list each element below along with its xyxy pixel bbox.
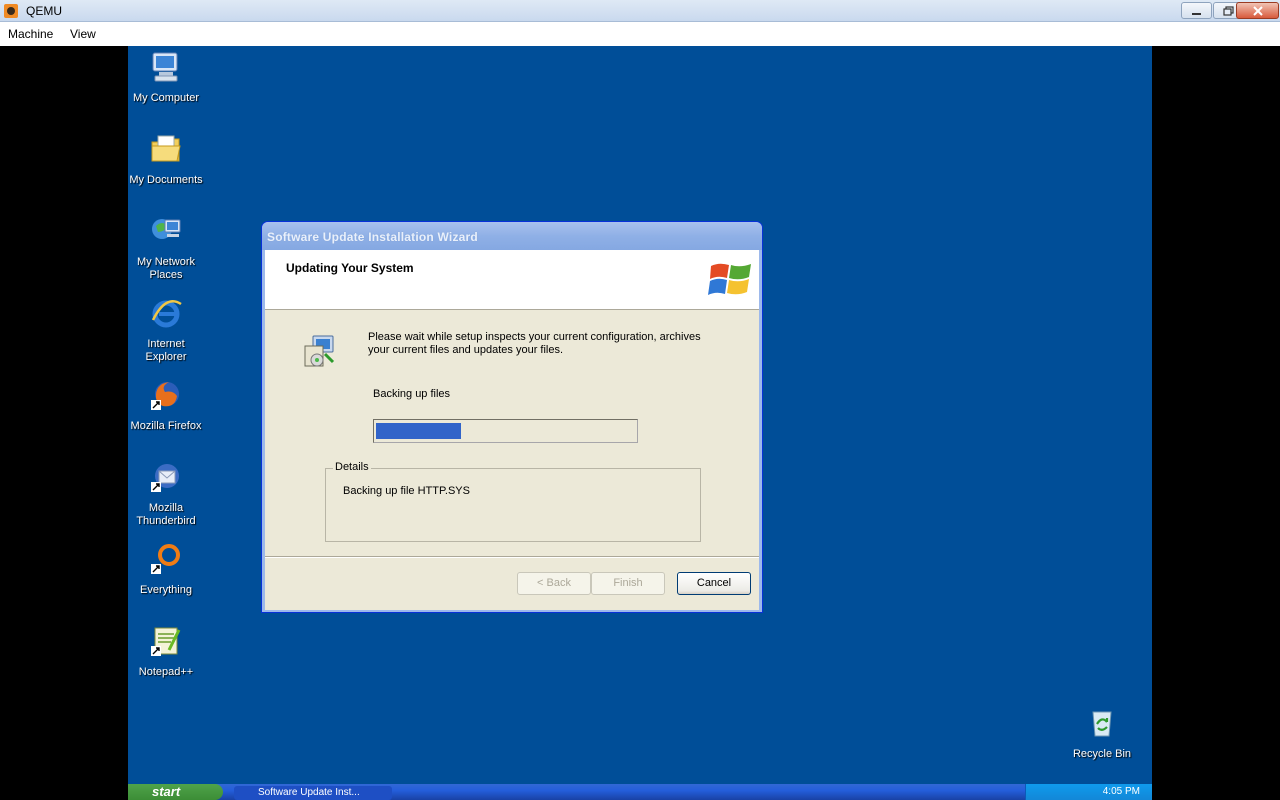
desktop-icon-internet-explorer[interactable]: Internet Explorer [128, 296, 206, 364]
taskbar: start Software Update Inst... 4:05 PM [128, 784, 1152, 800]
tray-clock[interactable]: 4:05 PM [1103, 786, 1140, 797]
setup-install-icon [304, 335, 335, 367]
desktop-icon-my-computer[interactable]: My Computer [128, 50, 206, 105]
system-tray: 4:05 PM [1025, 784, 1152, 800]
wizard-status-text: Backing up files [373, 388, 451, 400]
wizard-titlebar[interactable]: Software Update Installation Wizard [262, 222, 762, 250]
windows-logo-icon [708, 263, 751, 295]
minimize-icon [1192, 13, 1201, 15]
everything-icon [151, 544, 180, 574]
thunderbird-icon [151, 464, 179, 492]
details-text: Backing up file HTTP.SYS [343, 485, 470, 497]
taskbar-item-label: Software Update Inst... [258, 787, 360, 798]
desktop-icon-label: Recycle Bin [1072, 748, 1132, 760]
restore-icon [1223, 6, 1234, 16]
desktop-icon-label: Internet Explorer [145, 338, 187, 363]
start-label: start [152, 784, 181, 799]
desktop-icon-recycle-bin[interactable]: Recycle Bin [1062, 706, 1142, 761]
close-button[interactable] [1236, 2, 1279, 19]
desktop-icon-label: My Documents [129, 174, 203, 186]
desktop-icon-label: My Computer [132, 92, 200, 104]
wizard-heading: Updating Your System [286, 261, 414, 275]
start-button[interactable]: start [128, 784, 223, 800]
internet-explorer-icon [151, 300, 182, 328]
update-wizard-window: Software Update Installation Wizard Upda… [261, 221, 763, 613]
desktop-icon-notepadpp[interactable]: Notepad++ [128, 624, 206, 679]
desktop-icon-network-places[interactable]: My Network Places [128, 214, 206, 282]
desktop-icon-label: Mozilla Thunderbird [136, 502, 196, 527]
notepadpp-icon [151, 627, 181, 656]
wizard-separator [265, 556, 759, 558]
wizard-body: Updating Your System Please wait while s… [265, 250, 759, 610]
close-icon [1253, 6, 1263, 16]
my-documents-icon [151, 135, 181, 162]
finish-button[interactable]: Finish [591, 572, 665, 595]
desktop-icon-label: My Network Places [136, 256, 196, 281]
details-group: Details Backing up file HTTP.SYS [325, 461, 701, 542]
host-titlebar: QEMU [0, 0, 1280, 22]
desktop-icon-label: Mozilla Firefox [130, 420, 202, 432]
recycle-bin-icon [1092, 711, 1112, 737]
wizard-header: Updating Your System [265, 250, 759, 310]
desktop-icon-label: Notepad++ [138, 666, 194, 678]
my-computer-icon [152, 52, 178, 82]
progress-fill [376, 423, 461, 439]
wizard-title: Software Update Installation Wizard [267, 230, 478, 244]
menu-view[interactable]: View [70, 27, 96, 41]
menu-machine[interactable]: Machine [8, 27, 53, 41]
wizard-description: Please wait while setup inspects your cu… [368, 331, 701, 356]
desktop-icon-my-documents[interactable]: My Documents [128, 132, 206, 187]
network-places-icon [152, 219, 181, 239]
progress-bar [373, 419, 638, 443]
desktop-icon-thunderbird[interactable]: Mozilla Thunderbird [128, 460, 206, 528]
minimize-button[interactable] [1181, 2, 1212, 19]
host-menubar: Machine View [0, 22, 1280, 46]
host-window-title: QEMU [26, 4, 62, 18]
qemu-app-icon [4, 4, 18, 18]
desktop-icon-firefox[interactable]: Mozilla Firefox [128, 378, 206, 433]
guest-desktop: My Computer My Documents My Network Plac… [128, 46, 1152, 800]
details-legend: Details [333, 461, 371, 473]
desktop-icon-label: Everything [140, 584, 192, 596]
desktop-icon-everything[interactable]: Everything [128, 542, 206, 597]
taskbar-item-wizard[interactable]: Software Update Inst... [234, 786, 392, 800]
back-button[interactable]: < Back [517, 572, 591, 595]
firefox-icon [151, 382, 179, 410]
cancel-button[interactable]: Cancel [677, 572, 751, 595]
